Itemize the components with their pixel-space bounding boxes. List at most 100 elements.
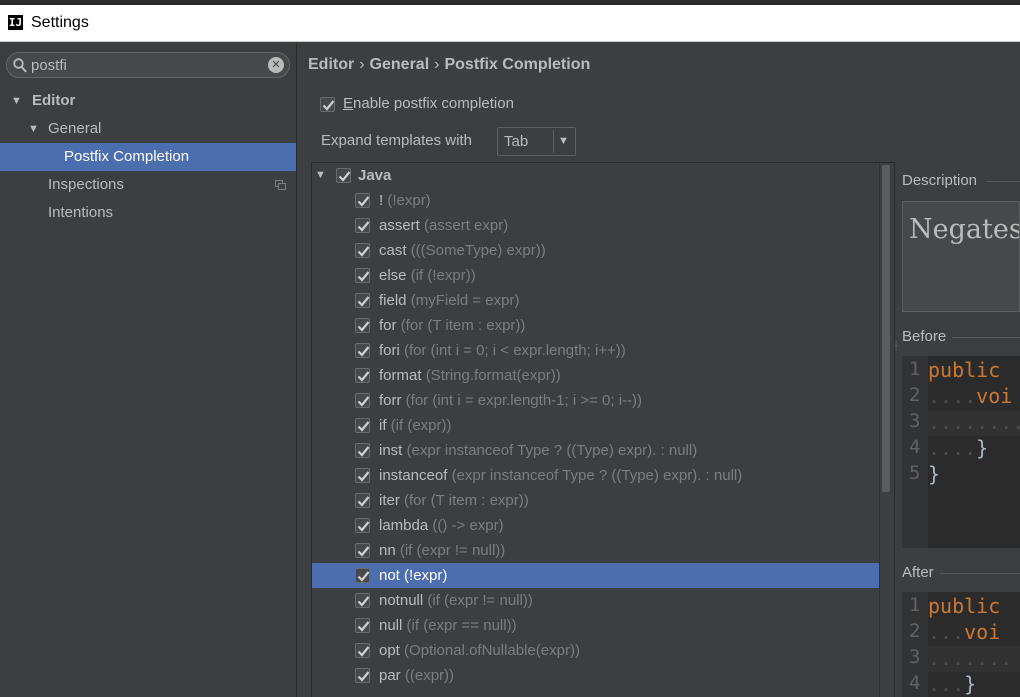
tree-item-intentions[interactable]: Intentions	[0, 199, 296, 227]
title-bar: IJ Settings	[0, 5, 1020, 42]
postfix-templates-tree[interactable]: ▼ Java ! (!expr) assert (assert expr) cast…	[311, 162, 895, 697]
template-row[interactable]: iter (for (T item : expr))	[312, 488, 893, 513]
template-row[interactable]: cast (((SomeType) expr))	[312, 238, 893, 263]
search-field[interactable]: ✕	[6, 52, 290, 78]
template-row[interactable]: nn (if (expr != null))	[312, 538, 893, 563]
template-checkbox[interactable]	[355, 218, 370, 233]
template-checkbox[interactable]	[355, 593, 370, 608]
breadcrumb-item: Postfix Completion	[444, 56, 591, 73]
checkmark-icon	[357, 371, 370, 382]
template-checkbox[interactable]	[355, 543, 370, 558]
line-number: 2	[909, 384, 921, 406]
template-checkbox[interactable]	[355, 568, 370, 583]
template-row[interactable]: not (!expr)	[312, 563, 893, 588]
template-key: assert	[379, 217, 420, 234]
template-label: nn (if (expr != null))	[379, 538, 505, 563]
tree-item-label: Intentions	[48, 204, 114, 221]
expanded-arrow-icon[interactable]: ▼	[11, 87, 22, 115]
enable-label-text: nable postfix completion	[353, 95, 514, 112]
template-example: (expr instanceof Type ? ((Type) expr). :…	[451, 467, 743, 484]
template-row[interactable]: field (myField = expr)	[312, 288, 893, 313]
template-checkbox[interactable]	[355, 668, 370, 683]
template-label: ! (!expr)	[379, 188, 431, 213]
checkmark-icon	[357, 571, 370, 582]
template-checkbox[interactable]	[355, 368, 370, 383]
template-row[interactable]: inst (expr instanceof Type ? ((Type) exp…	[312, 438, 893, 463]
line-number: 1	[909, 358, 921, 380]
window-title: Settings	[31, 14, 89, 31]
template-checkbox[interactable]	[355, 343, 370, 358]
splitter-grip-icon[interactable]: ⁞ ⁞	[895, 341, 901, 359]
template-example: ((expr))	[404, 667, 455, 684]
template-checkbox[interactable]	[355, 393, 370, 408]
code-line: 5}	[902, 462, 1020, 488]
settings-content: Editor › General › Postfix Completion Enable…	[298, 43, 1020, 697]
template-group-label: Java	[358, 167, 392, 184]
template-row[interactable]: instanceof (expr instanceof Type ? ((Typ…	[312, 463, 893, 488]
template-checkbox[interactable]	[355, 493, 370, 508]
search-input[interactable]	[31, 55, 261, 75]
template-row[interactable]: par ((expr))	[312, 663, 893, 688]
template-key: if	[379, 417, 387, 434]
before-title: Before	[902, 328, 947, 345]
tree-item-postfix-completion[interactable]: Postfix Completion	[0, 143, 296, 171]
template-row[interactable]: assert (assert expr)	[312, 213, 893, 238]
template-row[interactable]: null (if (expr == null))	[312, 613, 893, 638]
enable-postfix-label[interactable]: Enable postfix completion	[343, 95, 514, 112]
template-checkbox[interactable]	[355, 243, 370, 258]
template-key: field	[379, 292, 407, 309]
template-label: iter (for (T item : expr))	[379, 488, 529, 513]
intellij-icon: IJ	[8, 15, 23, 30]
template-checkbox[interactable]	[355, 268, 370, 283]
template-group-java[interactable]: ▼ Java	[312, 163, 893, 188]
template-checkbox[interactable]	[355, 443, 370, 458]
line-number: 3	[909, 410, 921, 432]
template-key: par	[379, 667, 401, 684]
template-row[interactable]: else (if (!expr))	[312, 263, 893, 288]
template-checkbox[interactable]	[355, 618, 370, 633]
template-checkbox[interactable]	[355, 518, 370, 533]
template-key: iter	[379, 492, 400, 509]
template-row[interactable]: ! (!expr)	[312, 188, 893, 213]
template-row[interactable]: fori (for (int i = 0; i < expr.length; i…	[312, 338, 893, 363]
tree-item-editor[interactable]: ▼ Editor	[0, 87, 296, 115]
search-icon	[13, 58, 27, 73]
template-row[interactable]: format (String.format(expr))	[312, 363, 893, 388]
chevron-down-icon[interactable]: ▼	[558, 135, 569, 147]
line-number: 5	[909, 462, 921, 484]
template-row[interactable]: opt (Optional.ofNullable(expr))	[312, 638, 893, 663]
code-line: 3.......	[902, 646, 1020, 672]
group-checkbox[interactable]	[336, 168, 351, 183]
clear-search-icon[interactable]: ✕	[268, 57, 284, 73]
tree-item-inspections[interactable]: Inspections	[0, 171, 296, 199]
expanded-arrow-icon[interactable]: ▼	[28, 115, 39, 143]
template-label: opt (Optional.ofNullable(expr))	[379, 638, 580, 663]
template-checkbox[interactable]	[355, 318, 370, 333]
code-keyword: voi	[964, 620, 1001, 644]
template-row[interactable]: for (for (T item : expr))	[312, 313, 893, 338]
tree-item-general[interactable]: ▼ General	[0, 115, 296, 143]
template-checkbox[interactable]	[355, 293, 370, 308]
template-checkbox[interactable]	[355, 193, 370, 208]
template-checkbox[interactable]	[355, 643, 370, 658]
template-row[interactable]: forr (for (int i = expr.length-1; i >= 0…	[312, 388, 893, 413]
template-row[interactable]: notnull (if (expr != null))	[312, 588, 893, 613]
enable-postfix-checkbox[interactable]	[320, 97, 335, 112]
template-example: (!expr)	[387, 192, 431, 209]
expanded-arrow-icon[interactable]: ▼	[315, 163, 326, 188]
template-example: (() -> expr)	[432, 517, 504, 534]
template-checkbox[interactable]	[355, 418, 370, 433]
code-line: 2 ....voi	[902, 384, 1020, 410]
template-label: format (String.format(expr))	[379, 363, 561, 388]
template-checkbox[interactable]	[355, 468, 370, 483]
after-title: After	[902, 564, 934, 581]
expand-key-select[interactable]: Tab ▼	[497, 127, 576, 156]
scrollbar-thumb[interactable]	[882, 165, 890, 492]
template-label: forr (for (int i = expr.length-1; i >= 0…	[379, 388, 642, 413]
checkmark-icon	[357, 296, 370, 307]
checkmark-icon	[322, 100, 335, 111]
code-token: }	[964, 672, 977, 696]
line-number: 4	[909, 672, 921, 694]
template-row[interactable]: lambda (() -> expr)	[312, 513, 893, 538]
template-row[interactable]: if (if (expr))	[312, 413, 893, 438]
